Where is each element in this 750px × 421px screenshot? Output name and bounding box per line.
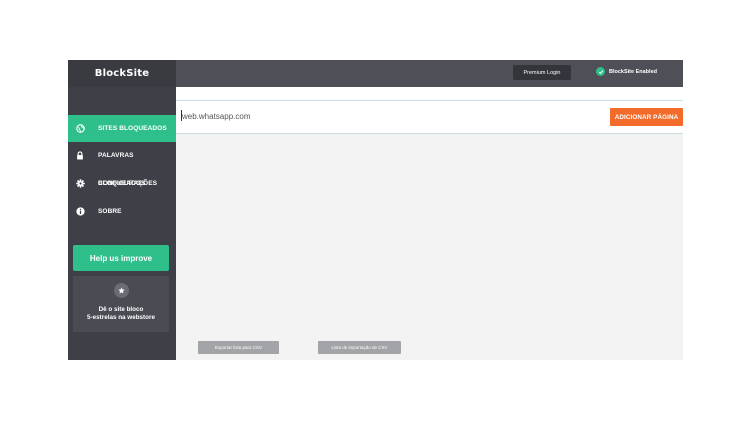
sidebar-item-label: SOBRE	[98, 208, 122, 215]
add-site-row: ADICIONAR PÁGINA	[176, 100, 683, 134]
sidebar-item-palavras[interactable]: PALAVRAS	[68, 142, 176, 169]
sidebar-item-label: PALAVRAS	[98, 152, 134, 159]
overlapping-label-configuracoes: CONFIGURAÇÕES	[98, 180, 158, 187]
url-input[interactable]	[182, 109, 542, 123]
status-indicator: BlockSite Enabled	[596, 67, 657, 76]
brand-logo: BlockSite	[68, 60, 176, 87]
rate-webstore-card[interactable]: Dê o site bloco 5-estrelas na webstore	[73, 276, 169, 332]
main-content: ADICIONAR PÁGINA Exportar lista para CSV…	[176, 87, 683, 360]
sidebar-item-label: BLOQUEADOS CONFIGURAÇÕES	[98, 180, 157, 187]
rate-text-line2: 5-estrelas na webstore	[87, 314, 155, 321]
check-circle-icon	[596, 67, 605, 76]
top-bar: Premium Login BlockSite Enabled	[176, 60, 683, 87]
sidebar-item-sites-bloqueados[interactable]: SITES BLOQUEADOS	[68, 115, 176, 142]
rate-text: Dê o site bloco 5-estrelas na webstore	[73, 306, 169, 322]
import-csv-button[interactable]: Lista de importação de CSV	[318, 341, 401, 354]
sidebar-item-label: SITES BLOQUEADOS	[98, 125, 167, 132]
sidebar-item-sobre[interactable]: SOBRE	[68, 198, 176, 225]
add-page-button[interactable]: ADICIONAR PÁGINA	[610, 108, 683, 126]
info-icon	[69, 207, 91, 216]
status-text: BlockSite Enabled	[609, 68, 657, 75]
blocksite-app: BlockSite SITES BLOQUEADOS PALAVRAS BLOQ…	[68, 60, 683, 360]
lock-icon	[69, 151, 91, 160]
sidebar-item-configuracoes[interactable]: BLOQUEADOS CONFIGURAÇÕES	[68, 170, 176, 197]
sidebar: BlockSite SITES BLOQUEADOS PALAVRAS BLOQ…	[68, 60, 176, 360]
premium-login-button[interactable]: Premium Login	[513, 65, 571, 80]
globe-icon	[69, 124, 91, 133]
header-strip	[176, 87, 683, 101]
star-icon	[113, 283, 129, 298]
rate-text-line1: Dê o site bloco	[98, 306, 144, 313]
gear-icon	[69, 179, 91, 188]
export-csv-button[interactable]: Exportar lista para CSV	[198, 341, 279, 354]
help-us-improve-button[interactable]: Help us improve	[73, 245, 169, 271]
